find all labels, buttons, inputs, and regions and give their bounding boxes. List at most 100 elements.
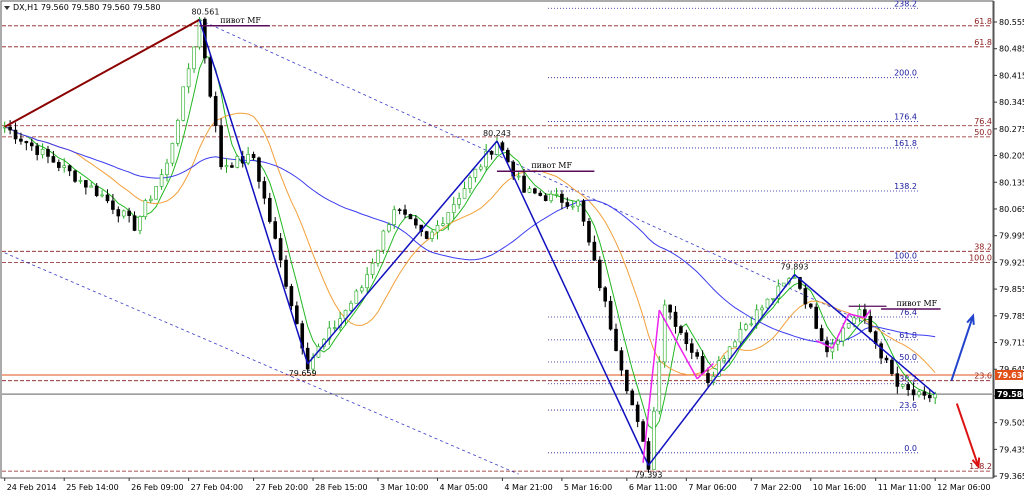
candle-body: [554, 193, 559, 196]
candle-body: [332, 327, 337, 329]
chart-title: DX,H1 79.560 79.580 79.560 79.580: [13, 3, 160, 12]
y-tick-label: 79.855: [999, 285, 1024, 294]
candle-body: [576, 200, 580, 207]
candle: [284, 255, 288, 289]
candle-body: [78, 180, 83, 182]
candle-body: [522, 175, 526, 193]
candle-body: [879, 343, 883, 359]
swing-point-label: 80.243: [483, 129, 511, 138]
candle-body: [181, 86, 186, 121]
candle-body: [679, 326, 683, 334]
y-tick-label: 80.415: [999, 71, 1024, 80]
candle-body: [814, 306, 818, 329]
candle-body: [370, 262, 375, 275]
fib-level-label: 200.0: [894, 69, 917, 78]
candle-body: [219, 125, 223, 168]
candle-body: [722, 358, 727, 362]
candle-body: [771, 297, 775, 300]
candle-body: [392, 209, 397, 225]
candle-body: [792, 276, 797, 279]
candle-body: [46, 149, 50, 157]
candle-body: [62, 165, 67, 168]
candle-body: [8, 126, 12, 131]
candle-body: [527, 188, 532, 193]
candle-body: [376, 249, 380, 264]
candle: [381, 229, 386, 254]
candle-body: [457, 198, 461, 205]
x-tick-label: 27 Feb 04:00: [191, 483, 243, 492]
candle-body: [397, 209, 402, 211]
candle-body: [235, 156, 240, 168]
x-tick-label: 11 Mar 11:00: [878, 483, 931, 492]
candle-body: [143, 200, 148, 217]
candle-body: [251, 154, 256, 159]
candle-body: [841, 327, 846, 342]
candle-body: [781, 282, 786, 287]
candle-body: [408, 214, 413, 220]
candle-body: [695, 352, 699, 357]
candle-body: [895, 373, 900, 387]
x-tick-label: 4 Mar 05:00: [439, 483, 487, 492]
candle-body: [192, 46, 196, 70]
candle-body: [619, 350, 624, 371]
candle-body: [581, 200, 586, 222]
candle-body: [430, 231, 434, 239]
price-chart[interactable]: 238.2 200.0 176.4 161.8 138.2 100.0 76.4 61.8 50…: [0, 0, 1024, 495]
candle-body: [132, 215, 137, 231]
red-fib-level-label: 61.8: [974, 17, 992, 26]
pivot-label: пивот MF: [220, 16, 261, 25]
swing-point-label: 79.893: [781, 263, 809, 272]
candle: [154, 186, 158, 200]
y-tick-label: 79.435: [999, 445, 1024, 454]
candle-body: [922, 391, 927, 396]
candle-body: [267, 197, 272, 222]
x-tick-label: 10 Mar 16:00: [813, 483, 866, 492]
x-tick-label: 7 Mar 22:00: [753, 483, 801, 492]
candle-body: [19, 138, 23, 142]
candle: [657, 355, 662, 415]
candle-body: [159, 174, 164, 187]
candle-body: [127, 210, 131, 216]
candle-body: [67, 165, 72, 172]
swing-point-label: 79.393: [634, 470, 662, 479]
candle-body: [116, 209, 121, 217]
chart-header: DX,H1 79.560 79.580 79.560 79.580: [4, 3, 160, 12]
candle-body: [906, 384, 910, 391]
fib-level-label: 238.2: [894, 0, 917, 8]
x-tick-label: 3 Mar 10:00: [380, 483, 428, 492]
candle-body: [587, 221, 591, 243]
candle-body: [289, 286, 294, 307]
candle: [630, 388, 635, 406]
candle-body: [900, 384, 905, 387]
candle: [814, 303, 818, 330]
swing-point-label: 80.561: [191, 8, 219, 17]
candle-body: [100, 194, 104, 197]
candle-body: [684, 332, 689, 345]
price-marker-label: 79.580: [997, 390, 1024, 399]
fib-level-label: 161.8: [894, 139, 917, 148]
pivot-label: пивот MF: [531, 161, 572, 170]
candle-body: [170, 143, 175, 164]
candle-body: [273, 221, 277, 239]
candle-body: [451, 204, 456, 213]
candle-body: [403, 209, 407, 215]
candle: [846, 323, 851, 330]
candle-body: [706, 373, 710, 383]
candle: [781, 282, 786, 287]
candle-body: [468, 177, 472, 189]
candle-body: [808, 303, 813, 308]
chart-background: [0, 0, 1024, 495]
candle-body: [186, 68, 191, 88]
fib-level-label: 176.4: [894, 113, 917, 122]
candle: [662, 299, 667, 368]
candle-body: [630, 390, 635, 406]
candle-body: [614, 328, 618, 351]
pivot-label: пивот MF: [897, 299, 938, 308]
fib-level-label: 138.2: [894, 182, 917, 191]
candle-body: [365, 274, 369, 289]
candle-body: [657, 361, 662, 412]
candle-body: [24, 141, 29, 144]
candle: [181, 86, 186, 122]
candle-body: [213, 96, 218, 126]
candle-body: [257, 157, 261, 182]
